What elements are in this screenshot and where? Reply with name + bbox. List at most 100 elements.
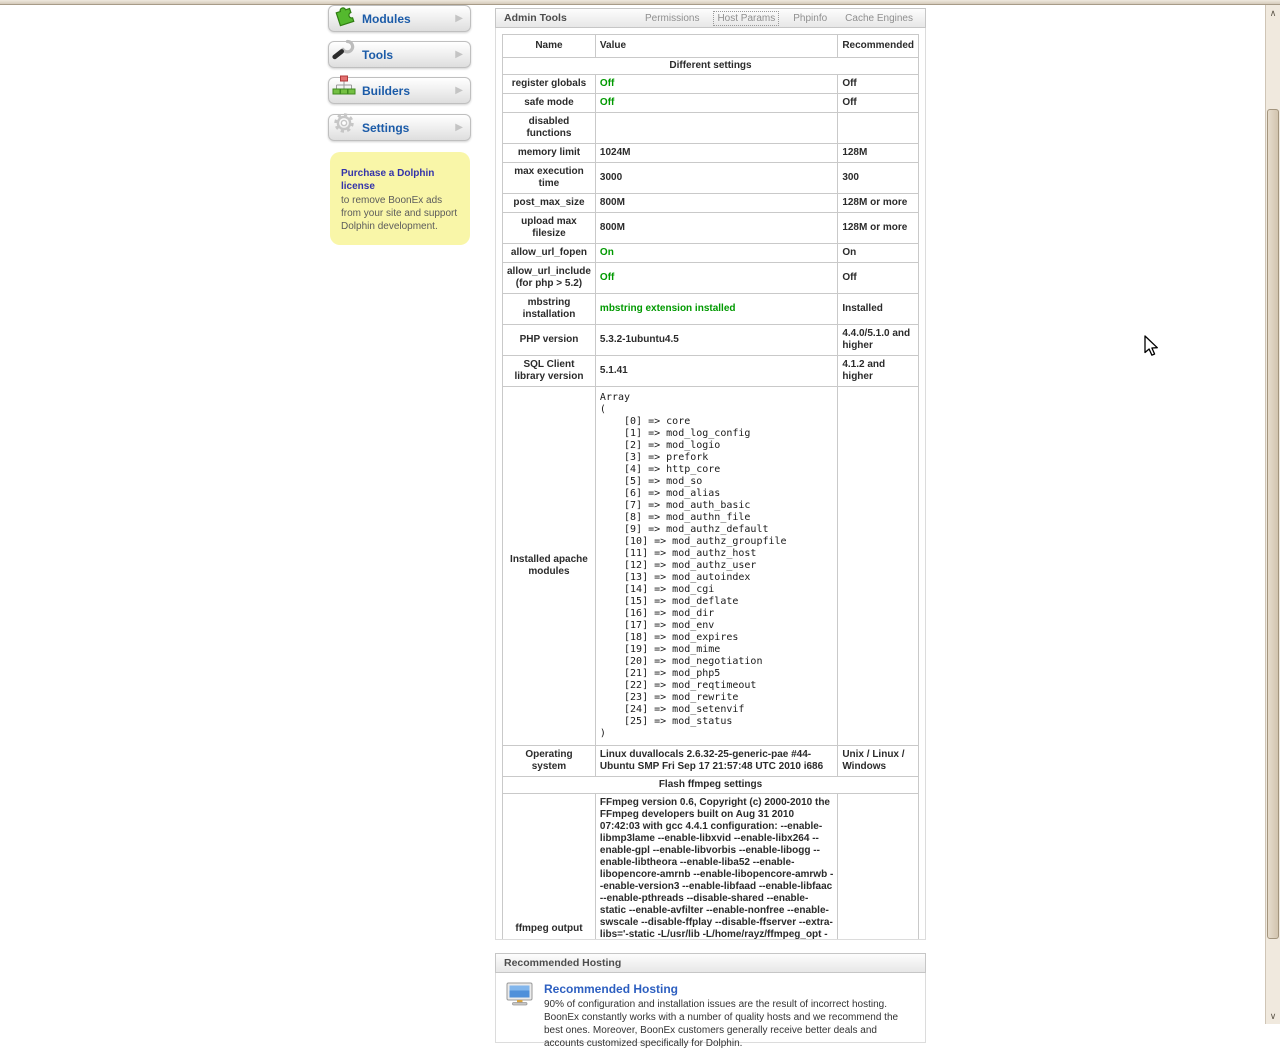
table-row: allow_url_include (for php > 5.2)OffOff bbox=[503, 263, 919, 294]
sidebar-button-builders[interactable]: Builders ▶ bbox=[328, 77, 471, 104]
param-recommended: 300 bbox=[838, 163, 919, 194]
table-row: Installed apache modulesArray ( [0] => c… bbox=[503, 387, 919, 746]
tab-host-params[interactable]: Host Params bbox=[713, 11, 779, 26]
param-value: Off bbox=[595, 94, 837, 113]
hosting-header: Recommended Hosting bbox=[495, 953, 926, 973]
column-header-value: Value bbox=[595, 35, 837, 58]
param-recommended bbox=[838, 113, 919, 144]
sidebar-button-label: Modules bbox=[362, 12, 411, 26]
param-value: 1024M bbox=[595, 144, 837, 163]
param-value: FFmpeg version 0.6, Copyright (c) 2000-2… bbox=[595, 794, 837, 941]
column-header-recommended: Recommended bbox=[838, 35, 919, 58]
vertical-scrollbar[interactable]: ∧ ∨ bbox=[1265, 5, 1280, 1024]
sidebar-button-label: Tools bbox=[362, 48, 393, 62]
admin-tools-panel: Admin Tools Permissions Host Params Phpinf… bbox=[495, 8, 926, 940]
chevron-right-icon: ▶ bbox=[455, 13, 463, 24]
param-recommended: 128M or more bbox=[838, 213, 919, 244]
scrollbar-down-arrow[interactable]: ∨ bbox=[1266, 1010, 1280, 1022]
license-text: to remove BoonEx ads from your site and … bbox=[341, 195, 457, 232]
table-row: memory limit1024M128M bbox=[503, 144, 919, 163]
param-name: upload max filesize bbox=[503, 213, 596, 244]
param-value: mbstring extension installed bbox=[595, 294, 837, 325]
param-name: memory limit bbox=[503, 144, 596, 163]
hosting-body: Recommended Hosting 90% of configuration… bbox=[495, 973, 926, 1043]
chevron-right-icon: ▶ bbox=[455, 49, 463, 60]
sidebar-button-modules[interactable]: Modules ▶ bbox=[328, 5, 471, 32]
column-header-name: Name bbox=[503, 35, 596, 58]
table-row: ffmpeg outputFFmpeg version 0.6, Copyrig… bbox=[503, 794, 919, 941]
table-row: Operating systemLinux duvallocals 2.6.32… bbox=[503, 746, 919, 777]
scrollbar-up-arrow[interactable]: ∧ bbox=[1266, 7, 1280, 19]
param-value: Off bbox=[595, 75, 837, 94]
param-recommended: Installed bbox=[838, 294, 919, 325]
param-recommended: Off bbox=[838, 263, 919, 294]
tab-phpinfo[interactable]: Phpinfo bbox=[789, 11, 831, 26]
param-value: On bbox=[595, 244, 837, 263]
hosting-description: 90% of configuration and installation is… bbox=[544, 998, 915, 1050]
sidebar-button-settings[interactable]: Settings ▶ bbox=[328, 114, 471, 141]
param-value: Linux duvallocals 2.6.32-25-generic-pae … bbox=[595, 746, 837, 777]
tab-permissions[interactable]: Permissions bbox=[641, 11, 703, 26]
table-section-header: Different settings bbox=[503, 58, 919, 75]
tab-bar: Permissions Host Params Phpinfo Cache Engin… bbox=[641, 11, 917, 26]
table-row: disabled functions bbox=[503, 113, 919, 144]
param-name: ffmpeg output bbox=[503, 794, 596, 941]
param-name: allow_url_fopen bbox=[503, 244, 596, 263]
admin-tools-body: NameValueRecommended Different settingsr… bbox=[495, 28, 926, 940]
wrench-icon bbox=[331, 37, 357, 63]
table-row: register globalsOffOff bbox=[503, 75, 919, 94]
param-name: PHP version bbox=[503, 325, 596, 356]
param-name: SQL Client library version bbox=[503, 356, 596, 387]
admin-tools-header: Admin Tools Permissions Host Params Phpinf… bbox=[495, 8, 926, 28]
recommended-hosting-panel: Recommended Hosting Recommended Hosting … bbox=[495, 953, 926, 1043]
table-row: post_max_size800M128M or more bbox=[503, 194, 919, 213]
tab-cache-engines[interactable]: Cache Engines bbox=[841, 11, 917, 26]
table-row: upload max filesize800M128M or more bbox=[503, 213, 919, 244]
chevron-right-icon: ▶ bbox=[455, 85, 463, 96]
param-recommended: 4.1.2 and higher bbox=[838, 356, 919, 387]
gear-icon bbox=[331, 110, 357, 136]
param-value: 800M bbox=[595, 194, 837, 213]
param-recommended: 4.4.0/5.1.0 and higher bbox=[838, 325, 919, 356]
table-row: SQL Client library version5.1.414.1.2 an… bbox=[503, 356, 919, 387]
table-row: mbstring installationmbstring extension … bbox=[503, 294, 919, 325]
param-name: Installed apache modules bbox=[503, 387, 596, 746]
table-row: PHP version5.3.2-1ubuntu4.54.4.0/5.1.0 a… bbox=[503, 325, 919, 356]
recommended-hosting-link[interactable]: Recommended Hosting bbox=[544, 982, 915, 996]
param-name: allow_url_include (for php > 5.2) bbox=[503, 263, 596, 294]
param-recommended: Off bbox=[838, 75, 919, 94]
param-recommended: Off bbox=[838, 94, 919, 113]
table-header-row: NameValueRecommended bbox=[503, 35, 919, 58]
sidebar-button-label: Settings bbox=[362, 121, 409, 135]
param-value: 5.3.2-1ubuntu4.5 bbox=[595, 325, 837, 356]
monitor-icon bbox=[506, 982, 534, 1033]
param-name: Operating system bbox=[503, 746, 596, 777]
mouse-cursor bbox=[1143, 335, 1163, 364]
table-row: max execution time3000300 bbox=[503, 163, 919, 194]
param-name: safe mode bbox=[503, 94, 596, 113]
param-recommended: 128M bbox=[838, 144, 919, 163]
param-recommended: On bbox=[838, 244, 919, 263]
param-name: max execution time bbox=[503, 163, 596, 194]
param-name: mbstring installation bbox=[503, 294, 596, 325]
param-recommended: 128M or more bbox=[838, 194, 919, 213]
purchase-license-link[interactable]: Purchase a Dolphin license bbox=[341, 167, 459, 193]
license-box: Purchase a Dolphin license to remove Boo… bbox=[330, 152, 470, 245]
param-value: 800M bbox=[595, 213, 837, 244]
param-value: 5.1.41 bbox=[595, 356, 837, 387]
page-title: Admin Tools bbox=[504, 12, 567, 24]
param-recommended bbox=[838, 794, 919, 941]
scrollbar-thumb[interactable] bbox=[1267, 109, 1279, 939]
table-row: safe modeOffOff bbox=[503, 94, 919, 113]
hosting-content: Recommended Hosting 90% of configuration… bbox=[544, 982, 915, 1033]
builders-icon bbox=[331, 73, 357, 99]
sidebar-button-label: Builders bbox=[362, 84, 410, 98]
param-name: disabled functions bbox=[503, 113, 596, 144]
table-row: Different settings bbox=[503, 58, 919, 75]
param-value bbox=[595, 113, 837, 144]
param-name: register globals bbox=[503, 75, 596, 94]
sidebar-button-tools[interactable]: Tools ▶ bbox=[328, 41, 471, 68]
table-section-header: Flash ffmpeg settings bbox=[503, 777, 919, 794]
param-value: Array ( [0] => core [1] => mod_log_confi… bbox=[595, 387, 837, 746]
chevron-right-icon: ▶ bbox=[455, 122, 463, 133]
